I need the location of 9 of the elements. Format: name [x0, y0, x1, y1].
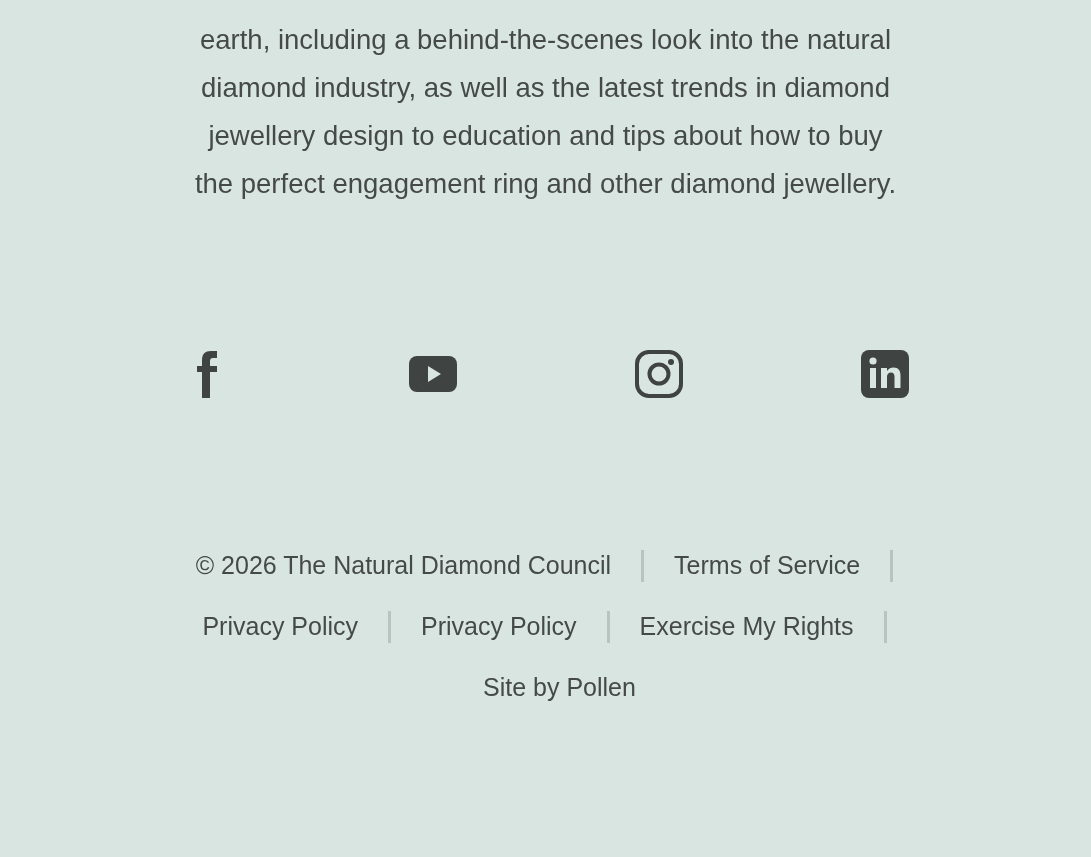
intro-paragraph: earth, including a behind-the-scenes look into the natural diamond industry, as well as the latest trends in diamond jewellery design to education and tips about how to buy the perfect engagement ring and other diamond jewellery. [194, 23, 897, 201]
footer-link[interactable]: © 2026 The Natural Diamond Council [195, 551, 612, 580]
credit-link[interactable]: Site by Pollen [483, 673, 636, 702]
footer-link[interactable]: Privacy Policy [202, 612, 358, 641]
linkedin-icon[interactable] [860, 350, 909, 398]
footer-link[interactable]: Privacy Policy [421, 612, 577, 641]
footer-link[interactable]: Terms of Service [674, 551, 861, 580]
footer-link[interactable]: Exercise My Rights [639, 612, 854, 641]
instagram-icon[interactable] [634, 350, 683, 398]
